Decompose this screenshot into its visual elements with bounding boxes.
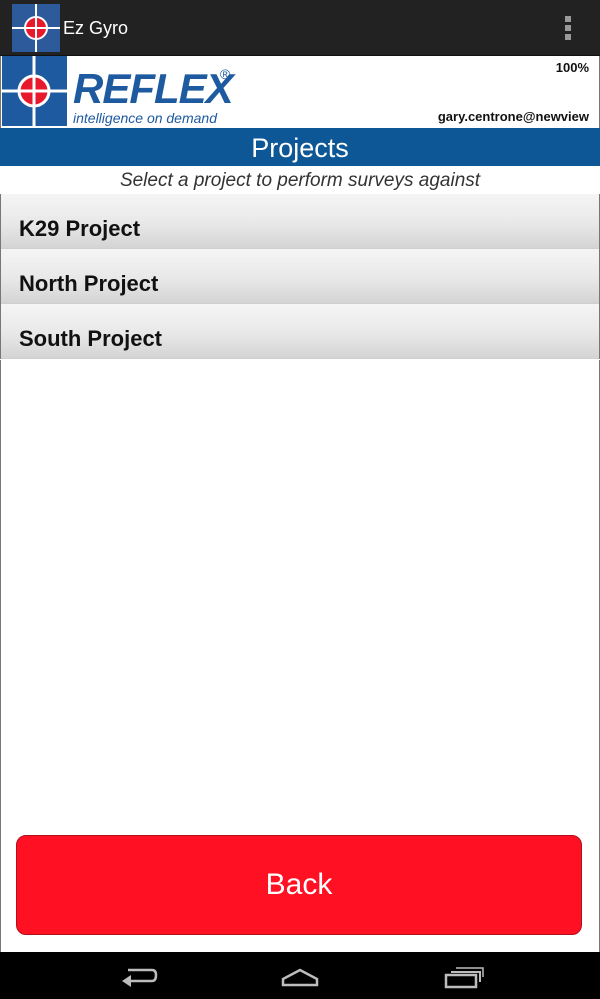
- project-item-north[interactable]: North Project: [1, 249, 599, 304]
- recent-apps-icon[interactable]: [440, 960, 488, 992]
- action-bar: Ez Gyro: [0, 0, 600, 56]
- back-arrow-icon[interactable]: [114, 960, 162, 992]
- project-list: K29 Project North Project South Project: [0, 194, 600, 359]
- reflex-logo-icon: [2, 56, 67, 126]
- logo-tagline: intelligence on demand: [73, 110, 217, 126]
- project-item-south[interactable]: South Project: [1, 304, 599, 359]
- vertical-dots-icon[interactable]: [558, 12, 578, 44]
- logo-wordmark: REFLEX: [73, 65, 234, 112]
- back-button[interactable]: Back: [16, 835, 582, 935]
- system-nav-bar: [0, 952, 600, 999]
- battery-level: 100%: [555, 60, 589, 75]
- brand-header: REFLEX ® intelligence on demand 100% gar…: [0, 56, 600, 128]
- project-item-label: South Project: [19, 326, 163, 351]
- page-title: Projects: [0, 128, 600, 166]
- gyro-target-icon[interactable]: [12, 4, 60, 52]
- project-item-k29[interactable]: K29 Project: [1, 194, 599, 249]
- project-item-label: K29 Project: [19, 216, 141, 241]
- project-item-label: North Project: [19, 271, 159, 296]
- registered-mark: ®: [220, 66, 231, 82]
- home-icon[interactable]: [276, 960, 324, 992]
- user-email: gary.centrone@newview: [437, 109, 589, 124]
- app-title: Ez Gyro: [63, 18, 129, 38]
- left-border: [0, 360, 1, 952]
- page-subtitle: Select a project to perform surveys agai…: [119, 170, 481, 191]
